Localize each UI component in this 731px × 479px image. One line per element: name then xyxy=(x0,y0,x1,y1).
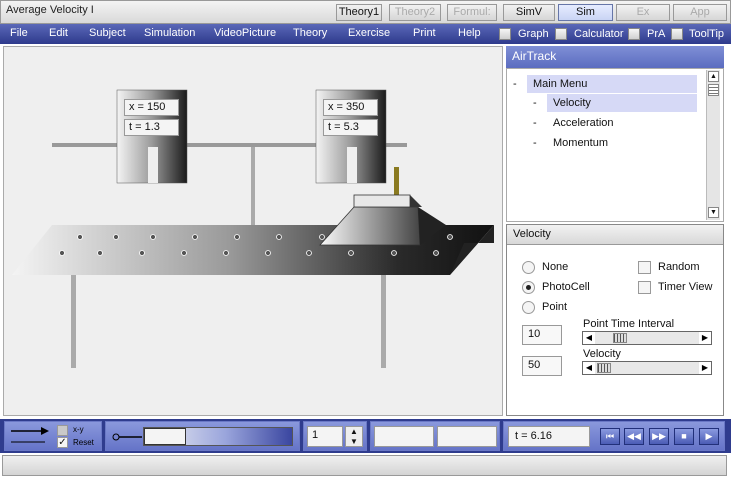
tree-item-velocity[interactable]: Velocity xyxy=(547,94,697,112)
tab-simv[interactable]: SimV xyxy=(503,4,555,21)
tree-item-main-menu[interactable]: Main Menu xyxy=(527,75,697,93)
graph-label: Graph xyxy=(518,28,549,40)
status-bar xyxy=(2,455,727,476)
playback-panel: t = 6.16 ⏮ ◀◀ ▶▶ ■ ▶ xyxy=(503,421,725,451)
tree-item-momentum[interactable]: Momentum xyxy=(547,134,608,152)
menu-simulation[interactable]: Simulation xyxy=(144,26,195,41)
tooltip-label: ToolTip xyxy=(689,28,725,40)
tree-prefix-main: - xyxy=(513,78,517,90)
calculator-label: Calculator xyxy=(574,28,624,40)
zoom-slider-icon xyxy=(112,433,142,441)
tab-theory1[interactable]: Theory1 xyxy=(336,4,382,21)
slider-thumb[interactable] xyxy=(613,333,627,343)
scroll-up-icon[interactable]: ▲ xyxy=(708,71,719,82)
photocell-2-x: x = 350 xyxy=(323,99,378,116)
point-interval-label: Point Time Interval xyxy=(583,318,675,330)
step-back-button[interactable]: ◀◀ xyxy=(624,428,644,445)
stop-button[interactable]: ■ xyxy=(674,428,694,445)
radio-photocell-label: PhotoCell xyxy=(542,281,590,293)
tab-theory2[interactable]: Theory2 xyxy=(389,4,441,21)
scroll-thumb[interactable] xyxy=(708,84,719,96)
time-readout: t = 6.16 xyxy=(508,426,590,447)
reset-label: Reset xyxy=(73,438,94,447)
graph-checkbox[interactable] xyxy=(499,28,511,40)
window-title: Average Velocity I xyxy=(6,4,94,16)
random-label: Random xyxy=(658,261,700,273)
vector-options-panel: x-y ✓ Reset xyxy=(4,421,102,451)
velocity-panel-title: Velocity xyxy=(507,225,723,245)
tab-app[interactable]: App xyxy=(673,4,727,21)
radio-none-label: None xyxy=(542,261,569,273)
point-interval-value[interactable]: 10 xyxy=(522,325,562,345)
tree-prefix-momentum: - xyxy=(533,137,537,149)
tab-formulas[interactable]: Formul: xyxy=(447,4,497,21)
tab-ex[interactable]: Ex xyxy=(616,4,670,21)
track-leg-left xyxy=(71,272,76,368)
menu-print[interactable]: Print xyxy=(413,26,436,41)
airtrack-drawing xyxy=(12,89,494,368)
slider-left-icon[interactable]: ◀ xyxy=(583,332,595,344)
menu-help[interactable]: Help xyxy=(458,26,481,41)
zoom-slider-thumb[interactable] xyxy=(144,428,186,445)
slider-right-icon[interactable]: ▶ xyxy=(699,362,711,374)
zoom-panel xyxy=(105,421,300,451)
radio-point-label: Point xyxy=(542,301,568,313)
tooltip-checkbox[interactable] xyxy=(671,28,683,40)
play-button[interactable]: ▶ xyxy=(699,428,719,445)
reset-checkbox[interactable]: ✓ xyxy=(57,437,68,448)
readout-box-1 xyxy=(374,426,434,447)
photocell-1-x: x = 150 xyxy=(124,99,179,116)
panel-header: AirTrack xyxy=(506,46,724,68)
tab-sim[interactable]: Sim xyxy=(558,4,613,21)
slider-right-icon[interactable]: ▶ xyxy=(699,332,711,344)
calculator-checkbox[interactable] xyxy=(555,28,567,40)
velocity-panel: Velocity None PhotoCell Point Random Tim… xyxy=(506,224,724,416)
spinner-value[interactable]: 1 xyxy=(307,426,343,447)
tree-prefix-velocity: - xyxy=(533,97,537,109)
photocell-2-t: t = 5.3 xyxy=(323,119,378,136)
menu-subject[interactable]: Subject xyxy=(89,26,126,41)
menu-theory[interactable]: Theory xyxy=(293,26,327,41)
spinner-arrows-icon[interactable]: ▲ ▼ xyxy=(345,426,363,447)
readout-box-2 xyxy=(437,426,497,447)
menu-exercise[interactable]: Exercise xyxy=(348,26,390,41)
xy-checkbox[interactable] xyxy=(57,425,68,436)
xy-label: x-y xyxy=(73,425,84,434)
velocity-label: Velocity xyxy=(583,348,621,360)
slider-thumb[interactable] xyxy=(597,363,611,373)
simulation-canvas[interactable]: x = 150 t = 1.3 x = 350 t = 5.3 xyxy=(3,46,503,416)
tree-scrollbar[interactable]: ▲ ▼ xyxy=(706,70,720,220)
menu-file[interactable]: File xyxy=(10,26,28,41)
track-leg-right xyxy=(381,272,386,368)
tree-item-acceleration[interactable]: Acceleration xyxy=(547,114,614,132)
menu-edit[interactable]: Edit xyxy=(49,26,68,41)
tree-prefix-acceleration: - xyxy=(533,117,537,129)
velocity-value[interactable]: 50 xyxy=(522,356,562,376)
readout-panel xyxy=(370,421,500,451)
vector-arrow-icon xyxy=(11,427,49,443)
timer-view-checkbox[interactable] xyxy=(638,281,651,294)
pra-label: PrA xyxy=(647,28,666,40)
random-checkbox[interactable] xyxy=(638,261,651,274)
timer-view-label: Timer View xyxy=(658,281,713,293)
menu-tree: - Main Menu - Velocity - Acceleration - … xyxy=(506,68,724,222)
menu-videopicture[interactable]: VideoPicture xyxy=(214,26,276,41)
rail-support xyxy=(251,147,255,229)
radio-none[interactable] xyxy=(522,261,535,274)
radio-photocell[interactable] xyxy=(522,281,535,294)
rewind-start-button[interactable]: ⏮ xyxy=(600,428,620,445)
slider-left-icon[interactable]: ◀ xyxy=(583,362,595,374)
velocity-slider[interactable]: ◀ ▶ xyxy=(582,361,712,375)
scroll-down-icon[interactable]: ▼ xyxy=(708,207,719,218)
photocell-1-t: t = 1.3 xyxy=(124,119,179,136)
pra-checkbox[interactable] xyxy=(628,28,640,40)
radio-point[interactable] xyxy=(522,301,535,314)
spinner-panel: 1 ▲ ▼ xyxy=(303,421,367,451)
fast-forward-button[interactable]: ▶▶ xyxy=(649,428,669,445)
point-interval-slider[interactable]: ◀ ▶ xyxy=(582,331,712,345)
